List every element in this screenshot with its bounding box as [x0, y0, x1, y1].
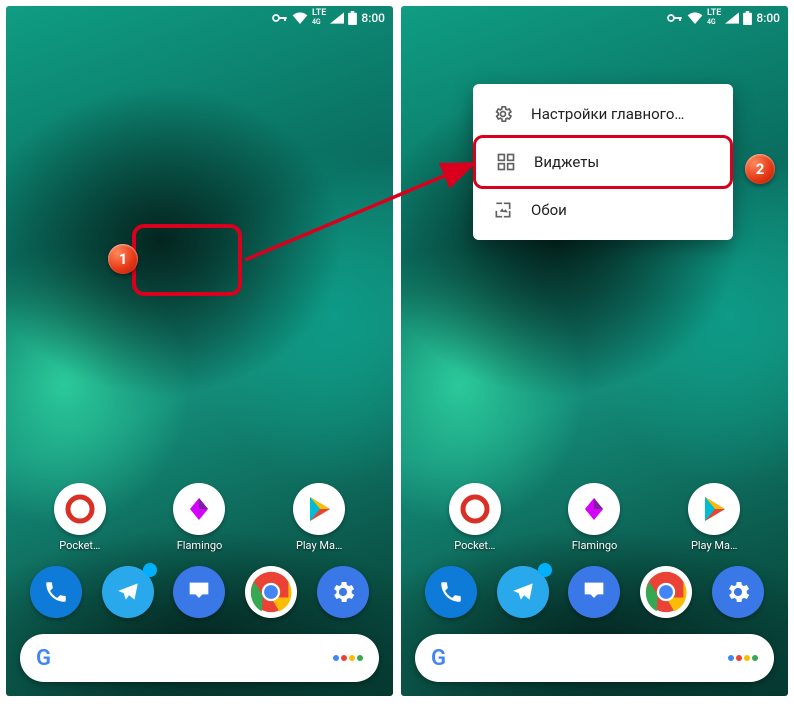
app-play-store[interactable]: Play Ma… — [680, 483, 748, 552]
network-type-icon: LTE 4G — [312, 9, 326, 27]
chrome-icon — [249, 570, 293, 614]
app-pocket[interactable]: Pocket… — [46, 483, 114, 552]
wallpaper-icon — [493, 200, 513, 220]
vpn-key-icon — [667, 12, 683, 24]
google-logo-icon: G — [36, 646, 51, 671]
app-chrome[interactable] — [237, 566, 305, 618]
app-chrome[interactable] — [632, 566, 700, 618]
notification-badge — [538, 563, 552, 577]
network-type-icon: LTE 4G — [707, 9, 721, 27]
signal-icon — [330, 12, 344, 24]
google-search-bar[interactable]: G — [20, 634, 379, 682]
play-store-icon — [701, 495, 727, 523]
app-settings[interactable] — [704, 566, 772, 618]
chrome-icon — [644, 570, 688, 614]
menu-widgets[interactable]: Виджеты — [473, 135, 733, 189]
battery-icon — [743, 11, 752, 25]
menu-label: Обои — [531, 201, 567, 219]
pocket-icon — [460, 494, 490, 524]
app-pocket[interactable]: Pocket… — [441, 483, 509, 552]
assistant-icon[interactable] — [333, 655, 363, 661]
step-marker-2: 2 — [745, 154, 775, 184]
status-time: 8:00 — [756, 11, 780, 25]
app-inbox[interactable] — [560, 566, 628, 618]
settings-gear-icon — [724, 578, 752, 606]
app-play-store[interactable]: Play Ma… — [285, 483, 353, 552]
app-row: Pocket… Flamingo Play Ma… — [415, 483, 774, 552]
widgets-icon — [496, 152, 516, 172]
phone-screen-left: LTE 4G 8:00 Pocket… — [6, 6, 393, 696]
pocket-icon — [65, 494, 95, 524]
app-inbox[interactable] — [165, 566, 233, 618]
wifi-icon — [292, 12, 308, 24]
phone-icon — [438, 579, 464, 605]
telegram-icon — [115, 579, 141, 605]
battery-icon — [348, 11, 357, 25]
flamingo-icon — [581, 496, 607, 522]
home-apps: Pocket… Flamingo Play Ma… — [401, 483, 788, 618]
app-phone[interactable] — [22, 566, 90, 618]
home-apps: Pocket… Flamingo Play Ma… — [6, 483, 393, 618]
app-settings[interactable] — [309, 566, 377, 618]
status-time: 8:00 — [361, 11, 385, 25]
settings-gear-icon — [329, 578, 357, 606]
home-context-menu: Настройки главного… Виджеты Обои — [473, 84, 733, 240]
menu-wallpaper[interactable]: Обои — [473, 186, 733, 234]
assistant-icon[interactable] — [728, 655, 758, 661]
dock — [415, 566, 774, 618]
gear-icon — [493, 104, 513, 124]
play-store-icon — [306, 495, 332, 523]
callout-box-1 — [132, 224, 242, 296]
telegram-icon — [510, 579, 536, 605]
app-flamingo[interactable]: Flamingo — [560, 483, 628, 552]
inbox-icon — [185, 578, 213, 606]
app-telegram[interactable] — [94, 566, 162, 618]
phone-icon — [43, 579, 69, 605]
dock — [20, 566, 379, 618]
app-flamingo[interactable]: Flamingo — [165, 483, 233, 552]
menu-home-settings[interactable]: Настройки главного… — [473, 90, 733, 138]
step-marker-1: 1 — [108, 244, 138, 274]
wifi-icon — [687, 12, 703, 24]
menu-label: Виджеты — [534, 153, 599, 171]
google-search-bar[interactable]: G — [415, 634, 774, 682]
signal-icon — [725, 12, 739, 24]
inbox-icon — [580, 578, 608, 606]
flamingo-icon — [186, 496, 212, 522]
app-row: Pocket… Flamingo Play Ma… — [20, 483, 379, 552]
vpn-key-icon — [272, 12, 288, 24]
app-telegram[interactable] — [489, 566, 557, 618]
status-bar: LTE 4G 8:00 — [6, 6, 393, 30]
app-phone[interactable] — [417, 566, 485, 618]
status-bar: LTE 4G 8:00 — [401, 6, 788, 30]
google-logo-icon: G — [431, 646, 446, 671]
notification-badge — [143, 563, 157, 577]
menu-label: Настройки главного… — [531, 105, 684, 123]
phone-screen-right: LTE 4G 8:00 Настройки главного… — [401, 6, 788, 696]
